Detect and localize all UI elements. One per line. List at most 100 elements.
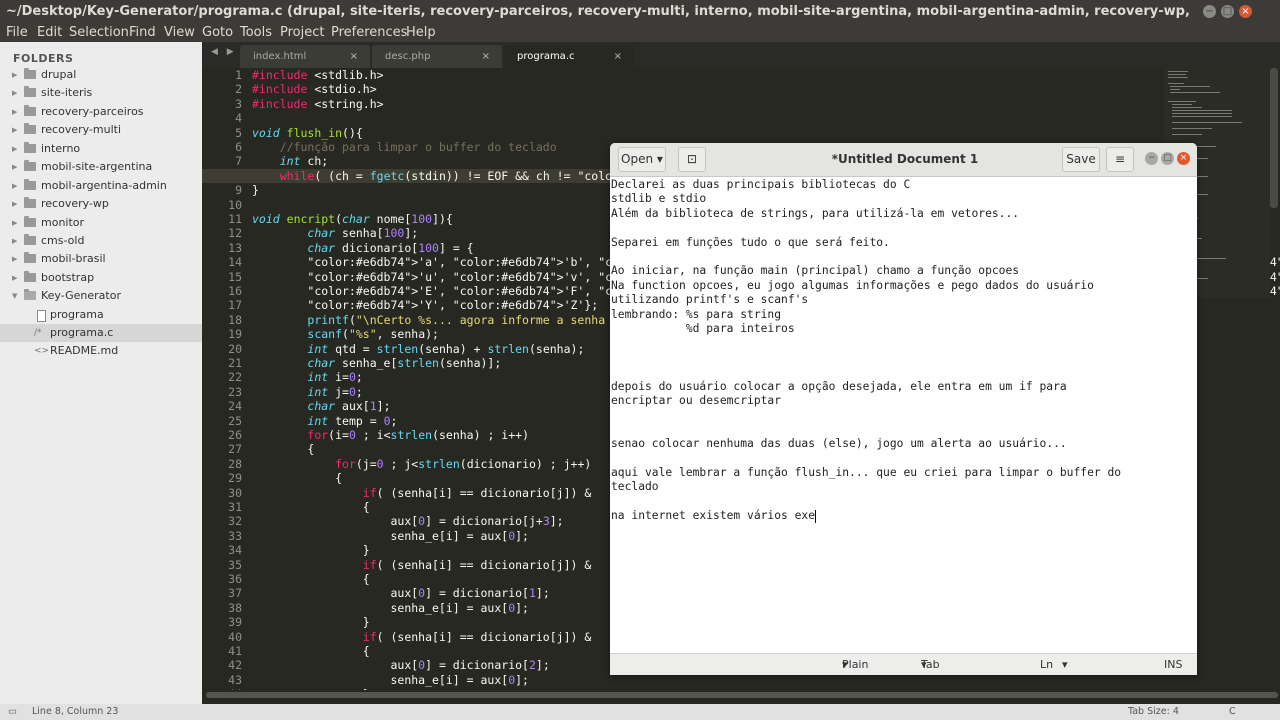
text-line[interactable]: Separei em funções tudo o que será feito… [611, 236, 890, 250]
text-line[interactable]: na internet existem vários exe [611, 509, 817, 523]
sidebar-file-programa-c[interactable]: /* programa.c [0, 324, 202, 342]
syntax-indicator[interactable]: C [1229, 704, 1236, 719]
text-line[interactable]: depois do usuário colocar a opção deseja… [611, 380, 1067, 394]
code-line[interactable]: } [252, 543, 370, 557]
sidebar-folder-site-iteris[interactable]: ▶ site-iteris [0, 84, 202, 102]
panel-toggle-icon[interactable]: ▭ [8, 704, 17, 719]
sidebar-file-programa[interactable]: programa [0, 306, 202, 324]
code-line[interactable]: #include <stdio.h> [252, 82, 377, 96]
tab-size-indicator[interactable]: Tab Size: 4 [1128, 704, 1179, 719]
sidebar-file-readme[interactable]: <> README.md [0, 342, 202, 360]
text-line[interactable]: teclado [611, 480, 659, 494]
text-line[interactable]: Declarei as duas principais bibliotecas … [611, 178, 910, 192]
code-line[interactable]: char senha_e[strlen(senha)]; [252, 356, 501, 370]
tab-programa-c[interactable]: programa.c × [504, 45, 634, 68]
code-line[interactable]: { [252, 500, 370, 514]
code-line[interactable]: senha_e[i] = aux[0]; [252, 673, 529, 687]
text-line[interactable]: %d para inteiros [611, 322, 795, 336]
code-line[interactable]: int qtd = strlen(senha) + strlen(senha); [252, 342, 584, 356]
tab-close-icon[interactable]: × [614, 45, 622, 68]
code-line[interactable]: } [252, 183, 259, 197]
text-line[interactable]: Na function opcoes, eu jogo algumas info… [611, 279, 1094, 293]
menu-goto[interactable]: Goto [202, 24, 233, 41]
text-line[interactable]: encriptar ou desemcriptar [611, 394, 781, 408]
code-line[interactable]: { [252, 572, 370, 586]
code-line[interactable]: int temp = 0; [252, 414, 397, 428]
code-line[interactable]: char senha[100]; [252, 226, 418, 240]
code-line[interactable]: char dicionario[100] = { [252, 241, 473, 255]
sidebar-folder-recovery-parceiros[interactable]: ▶ recovery-parceiros [0, 103, 202, 121]
tab-index-html[interactable]: index.html × [240, 45, 370, 68]
text-line[interactable]: Ao iniciar, na função main (principal) c… [611, 264, 1019, 278]
code-line[interactable]: scanf("%s", senha); [252, 327, 439, 341]
code-line[interactable]: { [252, 471, 342, 485]
code-line[interactable]: senha_e[i] = aux[0]; [252, 601, 529, 615]
code-line[interactable]: if( (senha[i] == dicionario[j]) & [252, 558, 592, 572]
code-line[interactable]: printf("\nCerto %s... agora informe a se… [252, 313, 605, 327]
code-line[interactable]: char aux[1]; [252, 399, 390, 413]
code-line[interactable]: if( (senha[i] == dicionario[j]) & [252, 486, 592, 500]
close-button[interactable]: × [1177, 152, 1190, 165]
sidebar-folder-cms-old[interactable]: ▶ cms-old [0, 232, 202, 250]
maximize-button[interactable]: □ [1221, 5, 1234, 18]
menu-view[interactable]: View [164, 24, 195, 41]
sidebar-folder-key-generator[interactable]: ▼ Key-Generator [0, 287, 202, 305]
minimize-button[interactable]: − [1145, 152, 1158, 165]
open-button[interactable]: Open ▾ [618, 147, 666, 172]
code-line[interactable]: { [252, 442, 314, 456]
code-line[interactable]: aux[0] = dicionario[1]; [252, 586, 549, 600]
horizontal-scrollbar[interactable] [206, 692, 1278, 698]
code-line[interactable]: if( (senha[i] == dicionario[j]) & [252, 630, 592, 644]
code-line[interactable]: senha_e[i] = aux[0]; [252, 529, 529, 543]
code-line[interactable]: for(i=0 ; i<strlen(senha) ; i++) [252, 428, 529, 442]
code-line[interactable]: } [252, 687, 370, 690]
code-line[interactable]: //função para limpar o buffer do teclado [252, 140, 557, 154]
tab-close-icon[interactable]: × [350, 45, 358, 68]
text-line[interactable]: lembrando: %s para string [611, 308, 781, 322]
menu-tools[interactable]: Tools [240, 24, 272, 41]
pin-document-button[interactable]: ⊡ [678, 147, 706, 172]
sidebar-folder-mobil-brasil[interactable]: ▶ mobil-brasil [0, 250, 202, 268]
code-line[interactable]: void flush_in(){ [252, 126, 363, 140]
text-line[interactable]: utilizando printf's e scanf's [611, 293, 808, 307]
sidebar-folder-interno[interactable]: ▶ interno [0, 140, 202, 158]
maximize-button[interactable]: □ [1161, 152, 1174, 165]
menu-preferences[interactable]: Preferences [331, 24, 407, 41]
code-line[interactable]: int ch; [252, 154, 328, 168]
text-line[interactable]: senao colocar nenhuma das duas (else), j… [611, 437, 1067, 451]
menu-help[interactable]: Help [406, 24, 436, 41]
menu-project[interactable]: Project [280, 24, 324, 41]
minimize-button[interactable]: − [1203, 5, 1216, 18]
code-line[interactable]: for(j=0 ; j<strlen(dicionario) ; j++) [252, 457, 591, 471]
tab-desc-php[interactable]: desc.php × [372, 45, 502, 68]
sidebar-folder-drupal[interactable]: ▶ drupal [0, 66, 202, 84]
tab-close-icon[interactable]: × [482, 45, 490, 68]
code-line[interactable]: #include <stdlib.h> [252, 68, 384, 82]
text-line[interactable]: aqui vale lembrar a função flush_in... q… [611, 466, 1121, 480]
hamburger-menu-button[interactable]: ≡ [1106, 147, 1134, 172]
sidebar-folder-recovery-multi[interactable]: ▶ recovery-multi [0, 121, 202, 139]
sidebar-folder-mobil-site-argentina[interactable]: ▶ mobil-site-argentina [0, 158, 202, 176]
code-line[interactable]: "color:#e6db74">'Y', "color:#e6db74">'Z'… [252, 298, 598, 312]
code-line[interactable]: #include <string.h> [252, 97, 384, 111]
code-line[interactable]: int i=0; [252, 370, 362, 384]
close-button[interactable]: × [1239, 5, 1252, 18]
tab-scroll-arrows-icon[interactable]: ◀ ▶ [211, 47, 237, 57]
code-line[interactable]: } [252, 615, 370, 629]
menu-find[interactable]: Find [129, 24, 156, 41]
code-line[interactable]: void encript(char nome[100]){ [252, 212, 453, 226]
vertical-scrollbar[interactable] [1270, 68, 1278, 208]
menu-selection[interactable]: Selection [69, 24, 129, 41]
menu-file[interactable]: File [6, 24, 28, 41]
menu-edit[interactable]: Edit [37, 24, 62, 41]
text-line[interactable]: Além da biblioteca de strings, para util… [611, 207, 1019, 221]
text-line[interactable]: stdlib e stdio [611, 192, 706, 206]
text-editor-area[interactable]: Declarei as duas principais bibliotecas … [611, 178, 1194, 655]
sidebar-folder-mobil-argentina-admin[interactable]: ▶ mobil-argentina-admin [0, 177, 202, 195]
code-line[interactable]: int j=0; [252, 385, 362, 399]
code-line[interactable]: { [252, 644, 370, 658]
sidebar-folder-monitor[interactable]: ▶ monitor [0, 214, 202, 232]
code-line[interactable]: aux[0] = dicionario[2]; [252, 658, 549, 672]
sidebar-folder-bootstrap[interactable]: ▶ bootstrap [0, 269, 202, 287]
save-button[interactable]: Save [1062, 147, 1100, 172]
